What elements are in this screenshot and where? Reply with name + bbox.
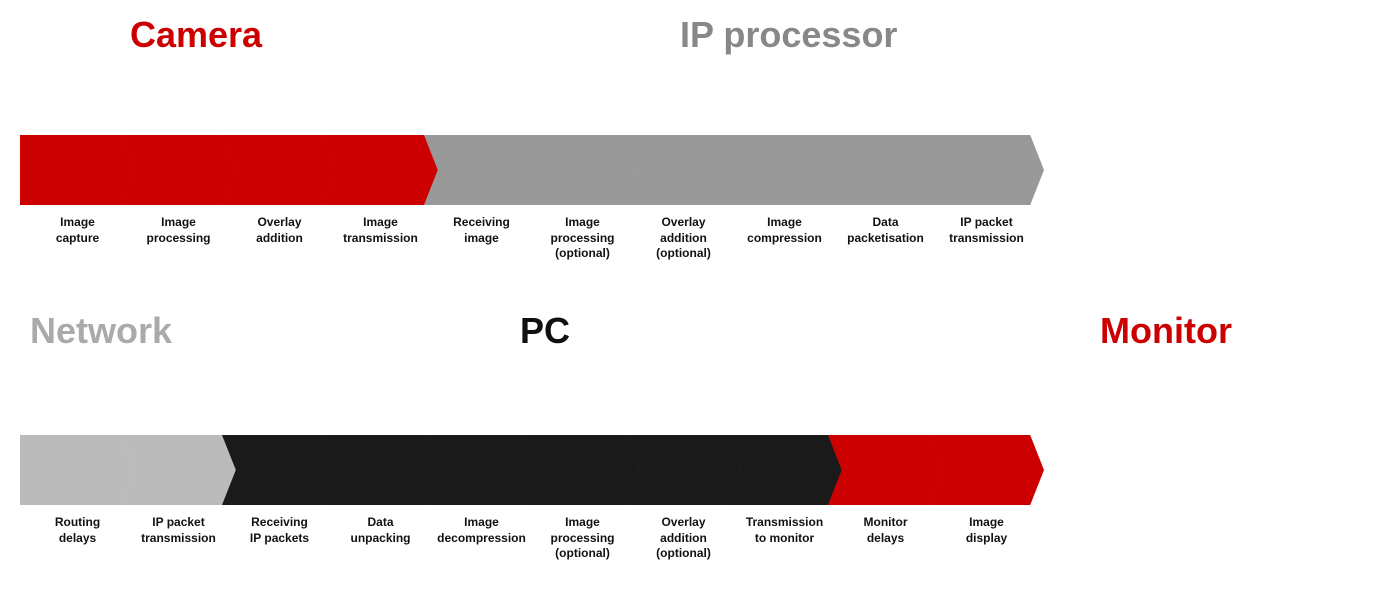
label-pc: PC (520, 310, 570, 352)
arrow-chevron (727, 435, 842, 505)
label-monitor: Monitor (1100, 310, 1232, 352)
arrow-chevron (929, 135, 1044, 205)
diagram-container: Camera IP processor Network PC Monitor I… (0, 0, 1379, 589)
arrow-chevron (828, 135, 943, 205)
arrow-chevron (626, 135, 741, 205)
arrow-chevron (121, 135, 236, 205)
arrow-label: Imagedisplay (936, 515, 1037, 562)
row1-labels: ImagecaptureImageprocessingOverlayadditi… (20, 215, 1037, 262)
arrow-label: Datapacketisation (835, 215, 936, 262)
arrow-chevron (20, 135, 135, 205)
arrow-chevron (323, 135, 438, 205)
label-camera: Camera (130, 14, 262, 56)
arrow-chevron (323, 435, 438, 505)
arrow-chevron (929, 435, 1044, 505)
arrow-label: Imagecapture (27, 215, 128, 262)
arrow-label: Receivingimage (431, 215, 532, 262)
row1-arrows (20, 135, 1044, 205)
arrow-label: IP packettransmission (128, 515, 229, 562)
arrow-label: Dataunpacking (330, 515, 431, 562)
arrow-chevron (222, 135, 337, 205)
arrow-chevron (20, 435, 135, 505)
arrow-chevron (525, 435, 640, 505)
arrow-label: Overlayaddition(optional) (633, 515, 734, 562)
arrow-label: Monitordelays (835, 515, 936, 562)
row2-labels: RoutingdelaysIP packettransmissionReceiv… (20, 515, 1037, 562)
arrow-label: Transmissionto monitor (734, 515, 835, 562)
arrow-chevron (828, 435, 943, 505)
arrow-chevron (626, 435, 741, 505)
arrow-label: Imageprocessing (128, 215, 229, 262)
label-network: Network (30, 310, 172, 352)
arrow-label: IP packettransmission (936, 215, 1037, 262)
arrow-chevron (727, 135, 842, 205)
arrow-label: Imagedecompression (431, 515, 532, 562)
arrow-label: Imagecompression (734, 215, 835, 262)
arrow-chevron (222, 435, 337, 505)
arrow-label: ReceivingIP packets (229, 515, 330, 562)
arrow-label: Routingdelays (27, 515, 128, 562)
arrow-chevron (424, 435, 539, 505)
arrow-label: Imageprocessing(optional) (532, 215, 633, 262)
arrow-label: Overlayaddition(optional) (633, 215, 734, 262)
label-ip-processor: IP processor (680, 14, 897, 56)
arrow-chevron (121, 435, 236, 505)
arrow-chevron (525, 135, 640, 205)
arrow-label: Overlayaddition (229, 215, 330, 262)
arrow-chevron (424, 135, 539, 205)
row2-arrows (20, 435, 1044, 505)
arrow-label: Imagetransmission (330, 215, 431, 262)
arrow-label: Imageprocessing(optional) (532, 515, 633, 562)
